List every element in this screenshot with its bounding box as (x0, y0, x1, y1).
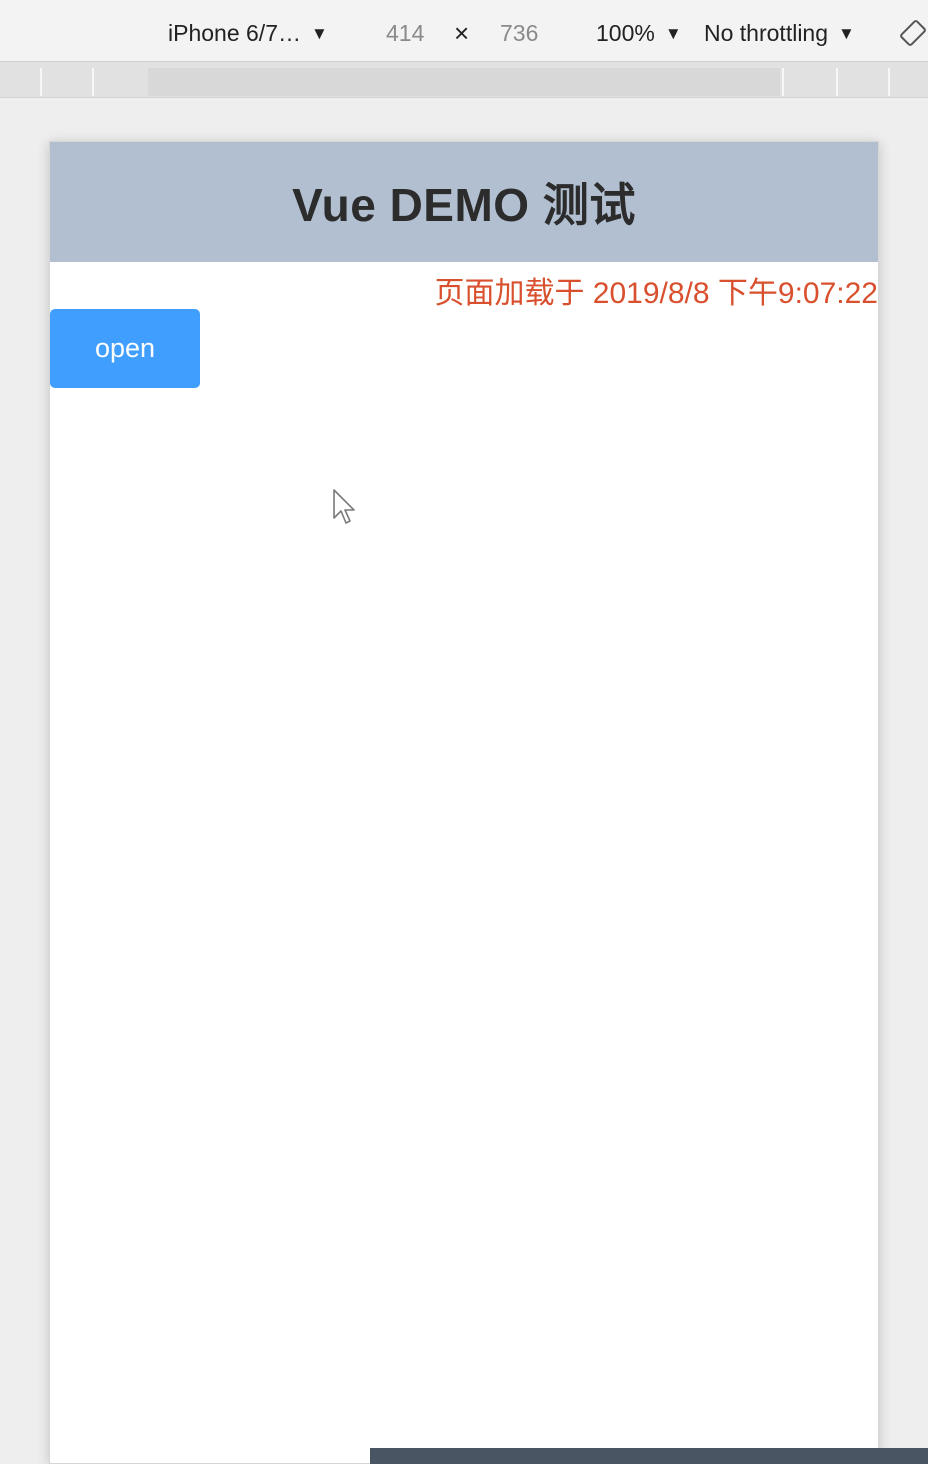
throttling-selector[interactable]: No throttling ▼ (704, 18, 855, 48)
viewport-height-input[interactable]: 736 (500, 18, 538, 48)
viewport-width-input[interactable]: 414 (386, 18, 424, 48)
rotate-icon[interactable] (900, 18, 928, 48)
dimension-times-icon: × (454, 18, 470, 48)
ruler-center-segment[interactable] (148, 68, 780, 96)
ruler-segment[interactable] (40, 68, 92, 96)
page-title: Vue DEMO 测试 (292, 179, 636, 231)
device-viewport: Vue DEMO 测试 页面加载于 2019/8/8 下午9:07:22 ope… (49, 141, 879, 1464)
media-query-ruler (0, 62, 928, 98)
device-selector[interactable]: iPhone 6/7… ▼ (168, 18, 328, 48)
devtools-device-toolbar: iPhone 6/7… ▼ 414 × 736 100% ▼ No throttli… (0, 0, 928, 62)
device-caret-icon: ▼ (310, 24, 328, 43)
mouse-cursor-icon (332, 488, 358, 528)
device-label: iPhone 6/7… (168, 20, 301, 46)
page-load-time: 页面加载于 2019/8/8 下午9:07:22 (434, 277, 878, 310)
zoom-selector[interactable]: 100% ▼ (596, 18, 682, 48)
ruler-segment[interactable] (782, 68, 836, 96)
ruler-segment[interactable] (888, 68, 928, 96)
open-button[interactable]: open (50, 309, 200, 388)
throttling-caret-icon: ▼ (838, 24, 855, 43)
ruler-segment[interactable] (836, 68, 888, 96)
app-header: Vue DEMO 测试 (50, 142, 878, 262)
ruler-segment[interactable] (92, 68, 148, 96)
bottom-overlay-bar (370, 1448, 928, 1464)
zoom-caret-icon: ▼ (664, 24, 682, 43)
throttling-label: No throttling (704, 20, 829, 46)
zoom-label: 100% (596, 20, 655, 46)
